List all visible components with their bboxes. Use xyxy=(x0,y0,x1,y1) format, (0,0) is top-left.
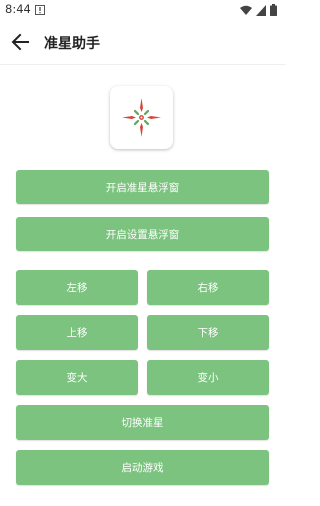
app-logo xyxy=(110,86,173,149)
move-down-button[interactable]: 下移 xyxy=(147,315,269,350)
page-title: 准星助手 xyxy=(44,36,100,52)
crosshair-logo-icon xyxy=(122,98,161,137)
enlarge-button[interactable]: 变大 xyxy=(16,360,138,395)
status-icons xyxy=(240,4,277,16)
switch-crosshair-button[interactable]: 切换准星 xyxy=(16,405,269,440)
warning-icon xyxy=(35,5,45,15)
open-settings-float-button[interactable]: 开启设置悬浮窗 xyxy=(16,217,269,251)
move-up-button[interactable]: 上移 xyxy=(16,315,138,350)
back-arrow-icon[interactable] xyxy=(8,30,32,54)
shrink-button[interactable]: 变小 xyxy=(147,360,269,395)
open-crosshair-float-button[interactable]: 开启准星悬浮窗 xyxy=(16,170,269,204)
signal-icon xyxy=(256,4,266,16)
status-bar: 8:44 xyxy=(0,0,285,20)
wifi-icon xyxy=(240,5,252,15)
move-left-button[interactable]: 左移 xyxy=(16,270,138,305)
move-right-button[interactable]: 右移 xyxy=(147,270,269,305)
battery-icon xyxy=(270,4,277,16)
launch-game-button[interactable]: 启动游戏 xyxy=(16,450,269,485)
app-bar: 准星助手 xyxy=(0,20,285,65)
status-time: 8:44 xyxy=(5,2,31,16)
